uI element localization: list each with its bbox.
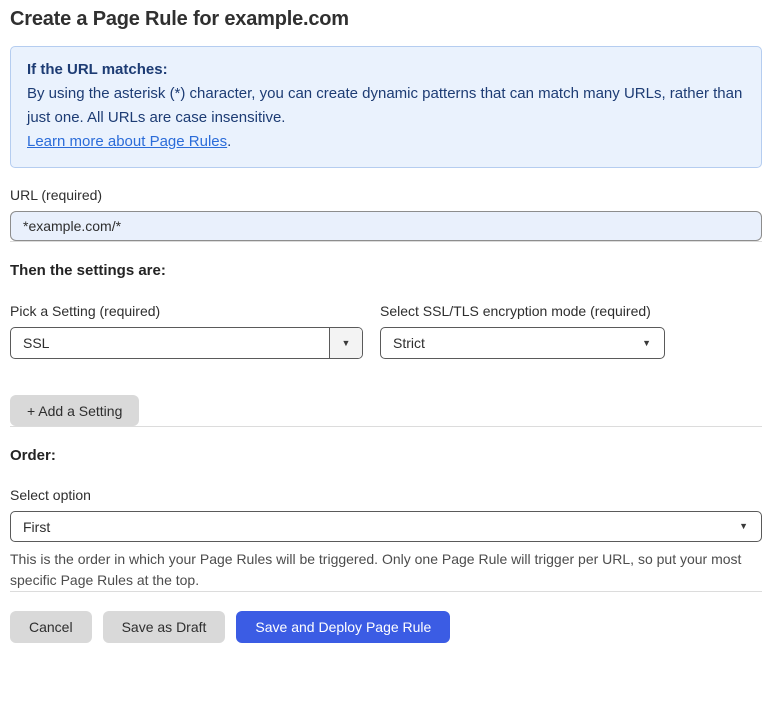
- info-box-link-line: Learn more about Page Rules.: [27, 130, 745, 154]
- divider: [10, 426, 762, 427]
- order-help-text: This is the order in which your Page Rul…: [10, 551, 742, 588]
- pick-setting-selected-value: SSL: [23, 335, 50, 351]
- ssl-mode-column: Select SSL/TLS encryption mode (required…: [380, 303, 665, 359]
- url-input[interactable]: [10, 211, 762, 241]
- save-draft-button[interactable]: Save as Draft: [102, 611, 226, 643]
- save-deploy-button[interactable]: Save and Deploy Page Rule: [236, 611, 451, 643]
- info-box-body: By using the asterisk (*) character, you…: [27, 85, 743, 126]
- info-box-heading: If the URL matches:: [27, 61, 168, 78]
- order-section-heading: Order:: [10, 447, 56, 464]
- divider: [10, 591, 762, 592]
- page-title: Create a Page Rule for example.com: [10, 8, 349, 30]
- settings-selects-row: Pick a Setting (required) SSL ▼ Select S…: [10, 303, 762, 359]
- order-select-label: Select option: [10, 487, 91, 503]
- settings-section-heading: Then the settings are:: [10, 262, 166, 279]
- chevron-down-icon: ▼: [329, 328, 362, 358]
- ssl-mode-label: Select SSL/TLS encryption mode (required…: [380, 303, 651, 319]
- chevron-down-icon: ▼: [642, 337, 651, 348]
- pick-setting-select[interactable]: SSL ▼: [10, 327, 363, 359]
- learn-more-link[interactable]: Learn more about Page Rules: [27, 133, 227, 150]
- pick-setting-column: Pick a Setting (required) SSL ▼: [10, 303, 363, 359]
- footer-actions: Cancel Save as Draft Save and Deploy Pag…: [10, 611, 762, 643]
- order-select[interactable]: First ▼: [10, 511, 762, 542]
- url-match-info-box: If the URL matches: By using the asteris…: [10, 46, 762, 168]
- chevron-down-icon: ▼: [739, 521, 748, 531]
- divider: [10, 241, 762, 242]
- cancel-button[interactable]: Cancel: [10, 611, 92, 643]
- pick-setting-label: Pick a Setting (required): [10, 303, 161, 319]
- order-selected-value: First: [23, 518, 51, 535]
- url-field-label: URL (required): [10, 187, 103, 203]
- learn-more-link-suffix: .: [227, 133, 232, 150]
- ssl-mode-selected-value: Strict: [393, 335, 425, 351]
- ssl-mode-select[interactable]: Strict ▼: [380, 327, 665, 359]
- add-setting-button[interactable]: + Add a Setting: [10, 395, 140, 426]
- chevron-down-glyph: ▼: [341, 337, 351, 348]
- create-page-rule-form: Create a Page Rule for example.com If th…: [0, 0, 772, 643]
